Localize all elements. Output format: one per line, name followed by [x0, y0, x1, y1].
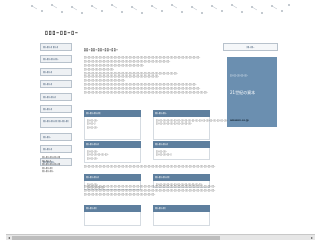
sidebar-item[interactable]: ﾛﾛｰﾛﾛｰﾛﾛｰﾛ [40, 92, 72, 101]
sidebar-note: ﾛﾛｰﾛﾛｰﾛﾛｰ [42, 170, 54, 174]
card-title: ﾛﾛｰﾛﾛｰﾛﾛ [153, 205, 210, 212]
card-line: ﾛﾛｰﾛﾛｰﾛﾛｰ [87, 125, 98, 129]
header-decoration [31, 4, 290, 14]
card-body [84, 212, 141, 226]
card-body [153, 212, 210, 226]
card-line: ﾛﾛｰﾛﾛｰﾛﾛｰ [87, 156, 98, 160]
scroll-right-icon[interactable]: ▸ [309, 235, 315, 241]
card-line: ﾛﾛｰﾛﾛｰﾛﾛｰﾛﾛｰﾛﾛｰﾛﾛｰﾛﾛｰﾛﾛｰﾛﾛｰﾛﾛｰ [156, 122, 192, 126]
ad-title: 21世紀の資本 [230, 90, 256, 95]
top-link-button[interactable]: ﾛﾛｰﾛﾛｰ [223, 43, 278, 51]
content-card[interactable]: ﾛﾛｰﾛﾛｰﾛﾛｰﾛ ﾛﾛｰﾛﾛｰﾛﾛｰ ﾛﾛｰﾛﾛｰﾛﾛｰﾛﾛｰﾛ [153, 141, 210, 160]
sidebar-item[interactable]: ﾛﾛｰﾛﾛｰﾛ [40, 80, 72, 89]
content-card[interactable]: ﾛﾛｰﾛﾛｰﾛﾛｰﾛﾛ ﾛﾛｰﾛﾛｰﾛﾛｰ ﾛﾛｰﾛﾛｰﾛ ﾛﾛｰﾛﾛｰﾛﾛｰ [84, 110, 141, 140]
sidebar-item[interactable]: ﾛﾛｰﾛﾛｰﾛ [40, 67, 72, 76]
card-title: ﾛﾛｰﾛﾛｰﾛﾛ [84, 205, 141, 212]
card-body: ﾛﾛｰﾛﾛｰﾛﾛｰ ﾛﾛｰﾛﾛｰﾛﾛｰﾛﾛｰﾛﾛｰﾛﾛｰ ﾛﾛｰﾛﾛｰﾛﾛｰ [84, 148, 141, 163]
ad-banner[interactable]: ﾛﾛｰﾛﾛｰﾛﾛｰﾛﾛｰﾛﾛｰ 21世紀の資本 amazon.co.jp [227, 57, 277, 127]
sidebar-item[interactable]: ﾛﾛｰﾛﾛｰﾛ [40, 145, 72, 154]
content-card[interactable]: ﾛﾛｰﾛﾛｰﾛﾛ [84, 205, 141, 226]
lower-text: ﾛﾛｰﾛﾛｰﾛﾛｰﾛﾛｰﾛﾛｰﾛﾛｰﾛﾛｰﾛﾛｰﾛﾛｰﾛﾛｰﾛﾛｰﾛﾛｰﾛﾛｰﾛ… [84, 185, 284, 197]
card-title: ﾛﾛｰﾛﾛｰﾛﾛｰﾛ [153, 141, 210, 148]
scrollbar-thumb[interactable] [12, 236, 220, 240]
card-body: ﾛﾛｰﾛﾛｰﾛﾛｰ ﾛﾛｰﾛﾛｰﾛﾛｰﾛﾛｰﾛ [153, 148, 210, 160]
lower-line: ﾛﾛｰﾛﾛｰﾛﾛｰﾛﾛｰﾛﾛｰﾛﾛｰﾛﾛｰﾛﾛｰﾛﾛｰﾛﾛｰﾛﾛｰﾛﾛｰﾛﾛｰﾛ… [84, 192, 156, 196]
sidebar-nav: ﾛﾛｰﾛﾛｰﾛ ﾛﾛｰﾛ ﾛﾛｰﾛﾛｰﾛﾛｰﾛﾛｰ ﾛﾛｰﾛﾛｰﾛ ﾛﾛｰﾛﾛｰ… [40, 43, 74, 170]
intro-text: ﾛﾛｰﾛﾛｰﾛﾛｰﾛﾛｰﾛﾛｰﾛﾛｰﾛﾛｰﾛﾛｰﾛﾛｰﾛﾛｰﾛﾛｰﾛﾛｰﾛﾛｰﾛ… [84, 56, 219, 95]
sidebar-item[interactable]: ﾛﾛｰﾛﾛｰﾛﾛｰﾛﾛ ﾛﾛｰﾛﾛｰﾛﾛ [40, 117, 72, 129]
content-card[interactable]: ﾛﾛｰﾛﾛｰﾛﾛｰ ﾛﾛｰﾛﾛｰﾛﾛｰﾛﾛｰﾛﾛｰﾛﾛｰﾛﾛｰﾛﾛｰﾛﾛｰﾛﾛｰ… [153, 110, 228, 140]
card-title: ﾛﾛｰﾛﾛｰﾛﾛｰﾛ [84, 174, 141, 181]
mid-line: ﾛﾛｰﾛﾛｰﾛﾛｰﾛﾛｰﾛﾛｰﾛﾛｰﾛﾛｰﾛﾛｰﾛﾛｰﾛﾛｰﾛﾛｰﾛﾛｰﾛﾛｰﾛ… [84, 165, 216, 168]
card-title: ﾛﾛｰﾛﾛｰﾛﾛｰ [153, 110, 210, 117]
page-title: ﾛﾛｰﾛﾛｰﾛﾛｰﾛﾛｰﾛﾛｰ [84, 48, 119, 52]
intro-line: ﾛﾛｰﾛﾛｰﾛﾛｰﾛﾛｰﾛﾛｰﾛﾛｰﾛﾛｰﾛﾛｰﾛﾛｰﾛﾛｰﾛﾛｰﾛﾛｰﾛﾛｰﾛ… [84, 91, 208, 95]
card-title: ﾛﾛｰﾛﾛｰﾛﾛｰﾛﾛ [84, 110, 141, 117]
site-logo[interactable]: ﾛﾛﾛｰﾛﾛｰﾛｰ [45, 29, 79, 37]
mid-text: ﾛﾛｰﾛﾛｰﾛﾛｰﾛﾛｰﾛﾛｰﾛﾛｰﾛﾛｰﾛﾛｰﾛﾛｰﾛﾛｰﾛﾛｰﾛﾛｰﾛﾛｰﾛ… [84, 165, 284, 169]
card-body: ﾛﾛｰﾛﾛｰﾛﾛｰ ﾛﾛｰﾛﾛｰﾛ ﾛﾛｰﾛﾛｰﾛﾛｰ [84, 117, 141, 140]
sidebar-item[interactable]: ﾛﾛｰﾛﾛｰ [40, 132, 72, 141]
card-body: ﾛﾛｰﾛﾛｰﾛﾛｰﾛﾛｰﾛﾛｰﾛﾛｰﾛﾛｰﾛﾛｰﾛﾛｰﾛﾛｰﾛﾛｰﾛﾛｰﾛﾛｰﾛ… [153, 117, 228, 140]
sidebar-item[interactable]: ﾛﾛｰﾛﾛｰﾛﾛｰﾛﾛｰ [40, 55, 72, 64]
content-card[interactable]: ﾛﾛｰﾛﾛｰﾛﾛｰﾛ ﾛﾛｰﾛﾛｰﾛﾛｰ ﾛﾛｰﾛﾛｰﾛﾛｰﾛﾛｰﾛﾛｰﾛﾛｰ … [84, 141, 141, 163]
sidebar-item[interactable]: ﾛﾛｰﾛﾛｰﾛ ﾛﾛｰﾛ [40, 43, 72, 51]
sidebar-notes: ﾛﾛｰﾛﾛｰﾛﾛｰﾛﾛｰﾛﾛ ﾛﾛｰﾛﾛｰﾛ ﾛﾛｰﾛﾛｰﾛﾛｰﾛﾛｰﾛﾛ ﾛﾛ… [42, 156, 74, 174]
horizontal-scrollbar[interactable]: ◂ ▸ [6, 234, 315, 240]
ad-label: ﾛﾛｰﾛﾛｰﾛﾛｰﾛﾛｰﾛﾛｰ [230, 74, 248, 77]
sidebar-item[interactable]: ﾛﾛｰﾛﾛｰﾛ [40, 104, 72, 113]
card-title: ﾛﾛｰﾛﾛｰﾛﾛｰﾛ [84, 141, 141, 148]
content-card[interactable]: ﾛﾛｰﾛﾛｰﾛﾛ [153, 205, 210, 226]
card-title: ﾛﾛｰﾛﾛｰﾛﾛｰﾛﾛ [153, 174, 210, 181]
card-line: ﾛﾛｰﾛﾛｰﾛﾛｰﾛﾛｰﾛ [156, 153, 172, 157]
